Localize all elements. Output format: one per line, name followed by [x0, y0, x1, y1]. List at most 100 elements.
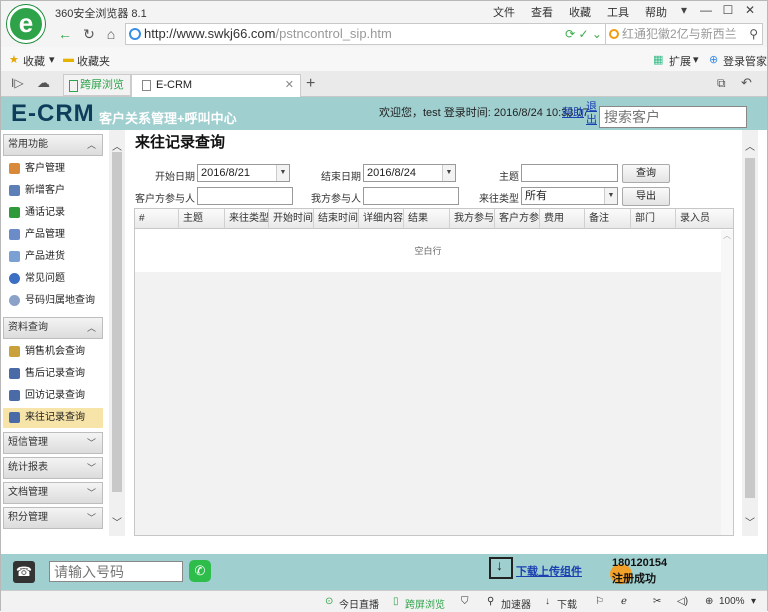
column-end[interactable]: 结束时间	[314, 209, 359, 229]
status-download[interactable]: 下载	[557, 596, 577, 611]
main-scrollbar[interactable]: ︿ ﹀	[742, 130, 758, 536]
sidebar-item-faq[interactable]: 常见问题	[3, 269, 103, 289]
export-button[interactable]: 导出	[622, 187, 670, 206]
column-type[interactable]: 来往类型	[225, 209, 269, 229]
column-recorder[interactable]: 录入员	[676, 209, 733, 229]
tab-cross-screen[interactable]: 跨屏浏览	[63, 74, 131, 96]
search-icon[interactable]: ⚲	[749, 24, 758, 44]
favorites-folder[interactable]: 收藏夹	[77, 53, 110, 69]
volume-icon[interactable]: ◁)	[677, 596, 688, 607]
scroll-down-icon[interactable]: ﹀	[744, 514, 756, 529]
scroll-up-icon[interactable]: ︿	[111, 138, 123, 153]
cloud-icon[interactable]: ☁	[37, 75, 50, 91]
back-icon[interactable]: ←	[55, 24, 75, 44]
group-reports[interactable]: 统计报表 ﹀	[3, 457, 103, 479]
column-customer-participant[interactable]: 客户方参与人	[495, 209, 540, 229]
browser-search-box[interactable]: 红通犯徽2亿与新西兰 ⚲	[605, 23, 763, 45]
sidebar-toggle-icon[interactable]: I▷	[11, 76, 24, 90]
sidebar-item-products[interactable]: 产品管理	[3, 225, 103, 245]
phone-icon[interactable]: ☎	[13, 561, 35, 583]
sidebar-item-purchase[interactable]: 产品进货	[3, 247, 103, 267]
refresh-icon[interactable]: ↻	[79, 24, 99, 44]
subject-input[interactable]	[521, 164, 618, 182]
scroll-down-icon[interactable]: ﹀	[111, 514, 123, 529]
sidebar-item-contact-query[interactable]: 来往记录查询	[3, 408, 103, 428]
sidebar-item-new-customer[interactable]: 新增客户	[3, 181, 103, 201]
tab-close-icon[interactable]: ✕	[285, 75, 294, 95]
menu-tools[interactable]: 工具	[607, 4, 629, 20]
customer-participant-input[interactable]	[197, 187, 293, 205]
flag-icon[interactable]: ⚐	[595, 596, 604, 607]
our-participant-input[interactable]	[363, 187, 459, 205]
group-documents[interactable]: 文档管理 ﹀	[3, 482, 103, 504]
status-cross-screen[interactable]: 跨屏浏览	[405, 596, 445, 611]
minimize-icon[interactable]: —	[695, 1, 717, 19]
home-icon[interactable]: ⌂	[101, 24, 121, 44]
scroll-up-icon[interactable]: ︿	[723, 231, 731, 240]
shirt-icon[interactable]: ▾	[673, 1, 695, 19]
start-date-field[interactable]: 2016/8/21 ▼	[197, 164, 290, 182]
extensions-button[interactable]: 扩展	[669, 53, 691, 69]
sidebar-item-number-lookup[interactable]: 号码归属地查询	[3, 291, 103, 311]
customer-search-input[interactable]	[599, 106, 747, 128]
sidebar-item-customers[interactable]: 客户管理	[3, 159, 103, 179]
dial-number-input[interactable]	[49, 561, 183, 582]
security-icon[interactable]: ⟳ ✓ ⌄	[565, 24, 602, 44]
sidebar-scroll-thumb[interactable]	[112, 152, 122, 492]
column-cost[interactable]: 费用	[540, 209, 585, 229]
column-start[interactable]: 开始时间	[269, 209, 314, 229]
end-date-field[interactable]: 2016/8/24 ▼	[363, 164, 456, 182]
close-icon[interactable]: ✕	[739, 1, 761, 19]
column-result[interactable]: 结果	[404, 209, 450, 229]
sidebar-item-aftersales-query[interactable]: 售后记录查询	[3, 364, 103, 384]
zoom-dropdown-icon[interactable]: ▾	[751, 596, 756, 607]
dropdown-icon[interactable]: ▼	[442, 165, 455, 181]
column-subject[interactable]: 主题	[179, 209, 225, 229]
scroll-up-icon[interactable]: ︿	[744, 138, 756, 153]
column-index[interactable]: #	[135, 209, 179, 229]
tab-ecrm[interactable]: E-CRM ✕	[131, 74, 301, 97]
menu-view[interactable]: 查看	[531, 4, 553, 20]
exit-link[interactable]: 退出	[586, 101, 597, 127]
download-icon[interactable]	[489, 557, 513, 579]
restore-tabs-icon[interactable]: ⧉	[717, 76, 726, 91]
sidebar-item-call-log[interactable]: 通话记录	[3, 203, 103, 223]
group-common[interactable]: 常用功能 ︿	[3, 134, 103, 156]
sidebar-item-revisit-query[interactable]: 回访记录查询	[3, 386, 103, 406]
address-bar[interactable]: http://www.swkj66.com/pstncontrol_sip.ht…	[125, 23, 609, 45]
main-scroll-thumb[interactable]	[745, 158, 755, 498]
ie-icon[interactable]: ℯ	[621, 596, 627, 607]
sidebar-scrollbar[interactable]: ︿ ﹀	[109, 130, 125, 536]
group-sms[interactable]: 短信管理 ﹀	[3, 432, 103, 454]
contact-type-select[interactable]: 所有 ▼	[521, 187, 618, 205]
query-button[interactable]: 查询	[622, 164, 670, 183]
extensions-dropdown-icon[interactable]: ▾	[693, 53, 699, 66]
favorites-button[interactable]: 收藏	[23, 53, 45, 69]
menu-help[interactable]: 帮助	[645, 4, 667, 20]
column-department[interactable]: 部门	[631, 209, 676, 229]
group-points[interactable]: 积分管理 ﹀	[3, 507, 103, 529]
favorites-dropdown-icon[interactable]: ▾	[49, 53, 55, 66]
column-remark[interactable]: 备注	[585, 209, 631, 229]
group-data-query[interactable]: 资料查询 ︿	[3, 317, 103, 339]
call-button[interactable]: ✆	[189, 560, 211, 582]
table-scrollbar[interactable]: ︿	[721, 230, 733, 535]
column-our-participant[interactable]: 我方参与人	[450, 209, 495, 229]
undo-icon[interactable]: ↶	[741, 75, 752, 91]
menu-favorites[interactable]: 收藏	[569, 4, 591, 20]
maximize-icon[interactable]: ☐	[717, 1, 739, 19]
zoom-level[interactable]: 100%	[719, 596, 745, 607]
menu-file[interactable]: 文件	[493, 4, 515, 20]
login-manager-button[interactable]: 登录管家	[723, 53, 767, 69]
dropdown-icon[interactable]: ▼	[276, 165, 289, 181]
shield-icon[interactable]: ⛉	[461, 596, 469, 607]
help-link[interactable]: 帮助	[562, 104, 584, 120]
sidebar-item-sales-query[interactable]: 销售机会查询	[3, 342, 103, 362]
download-plugin-link[interactable]: 下载上传组件	[516, 563, 582, 579]
screenshot-icon[interactable]: ✂	[653, 596, 661, 607]
dropdown-icon[interactable]: ▼	[604, 188, 617, 204]
status-live[interactable]: 今日直播	[339, 596, 379, 611]
new-tab-icon[interactable]: +	[306, 75, 315, 93]
column-detail[interactable]: 详细内容	[359, 209, 404, 229]
status-accelerator[interactable]: 加速器	[501, 596, 531, 611]
